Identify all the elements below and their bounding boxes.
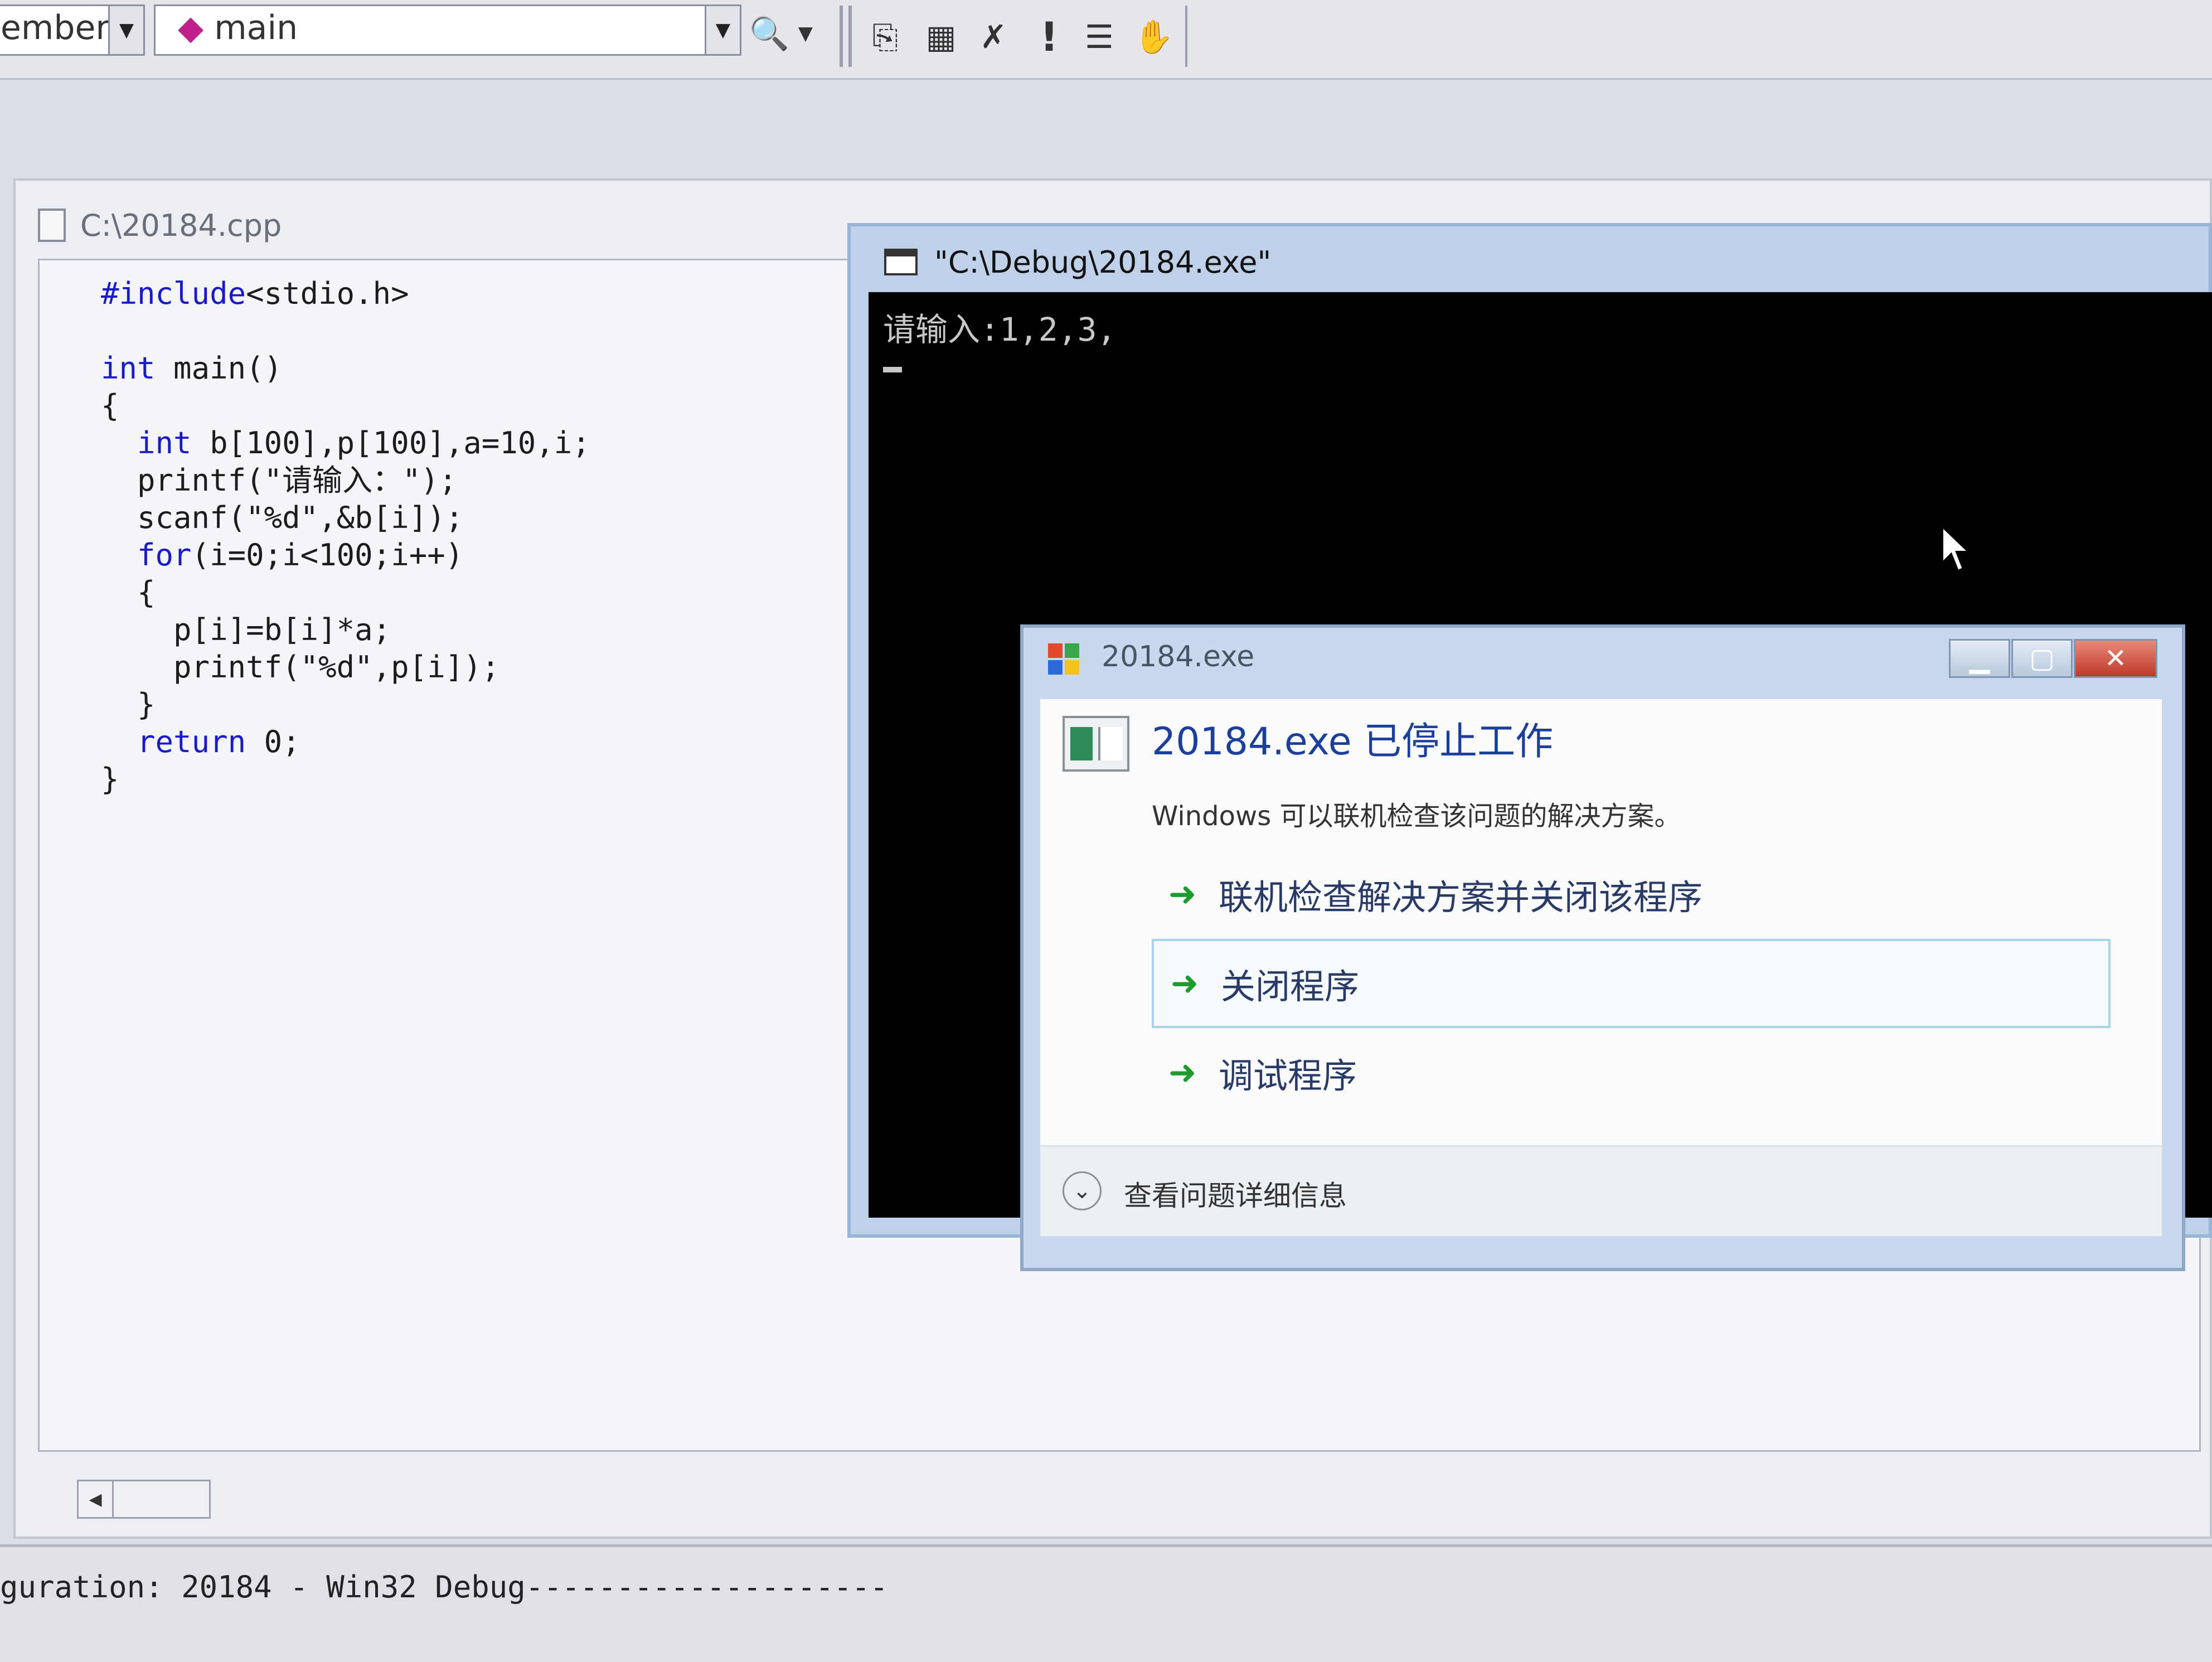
- console-icon: [884, 249, 918, 275]
- console-title: "C:\Debug\20184.exe": [934, 244, 1272, 280]
- green-arrow-icon: ➜: [1168, 875, 1197, 914]
- build-output-text: guration: 20184 - Win32 Debug-----------…: [0, 1569, 889, 1605]
- function-diamond-icon: ◆: [178, 8, 204, 47]
- console-output: 请输入:1,2,3,: [883, 311, 1117, 348]
- code-keyword: int: [137, 425, 192, 461]
- step-into-icon[interactable]: ☰: [1077, 14, 1122, 59]
- green-arrow-icon: ➜: [1168, 1053, 1197, 1092]
- code-line: int b[100],p[100],a=10,i;: [137, 425, 590, 461]
- editor-titlebar[interactable]: C:\20184.cpp: [38, 203, 282, 248]
- horizontal-scrollbar[interactable]: ◀: [77, 1480, 211, 1519]
- code-line: int main(): [101, 351, 283, 386]
- program-window-icon: [1063, 716, 1129, 772]
- toolbar-separator: [1185, 6, 1187, 67]
- option-check-online-and-close[interactable]: ➜ 联机检查解决方案并关闭该程序: [1152, 850, 2111, 939]
- option-close-program[interactable]: ➜ 关闭程序: [1152, 939, 2111, 1028]
- chevron-down-icon[interactable]: ▼: [108, 6, 143, 54]
- console-cursor: [883, 367, 902, 372]
- find-icon[interactable]: 🔍: [747, 11, 792, 56]
- code-line: }: [101, 687, 156, 722]
- code-line: printf("请输入：");: [101, 463, 457, 498]
- code-line: scanf("%d",&b[i]);: [101, 500, 464, 535]
- code-line: printf("%d",p[i]);: [101, 650, 500, 685]
- dialog-heading: 20184.exe 已停止工作: [1152, 720, 1554, 764]
- dialog-title: 20184.exe: [1102, 640, 1255, 673]
- code-text[interactable]: #include<stdio.h> int main() { int b[100…: [101, 275, 590, 798]
- code-line: for(i=0;i<100;i++): [137, 537, 464, 573]
- minimize-icon: ▁: [1969, 643, 1990, 674]
- code-line: #include<stdio.h>: [101, 276, 409, 311]
- option-debug-program[interactable]: ➜ 调试程序: [1152, 1028, 2111, 1117]
- toolbar-separator: [848, 6, 852, 67]
- members-combo[interactable]: embers ▼: [0, 4, 145, 56]
- code-keyword: #include: [101, 276, 246, 311]
- code-line: {: [101, 388, 119, 423]
- function-combo[interactable]: ◆ main ▼: [154, 4, 741, 56]
- option-label: 调试程序: [1219, 1055, 1357, 1096]
- dialog-description: Windows 可以联机检查该问题的解决方案。: [1152, 801, 1681, 832]
- maximize-icon: ▢: [2029, 643, 2055, 674]
- minimize-button[interactable]: ▁: [1949, 639, 2010, 678]
- editor-title: C:\20184.cpp: [80, 207, 282, 243]
- option-label: 关闭程序: [1221, 966, 1360, 1007]
- green-arrow-icon: ➜: [1171, 964, 1199, 1003]
- show-details-link[interactable]: 查看问题详细信息: [1124, 1174, 1347, 1214]
- function-combo-text: main: [214, 8, 298, 47]
- code-keyword: for: [137, 537, 192, 573]
- code-line: {: [101, 575, 156, 610]
- toolbar: embers ▼ ◆ main ▼ 🔍 ▼ ⎘ ▦ ✗ ! ☰ ✋: [0, 0, 2212, 80]
- code-line: p[i]=b[i]*a;: [101, 612, 391, 647]
- option-label: 联机检查解决方案并关闭该程序: [1219, 877, 1703, 918]
- code-line: return 0;: [137, 724, 300, 759]
- dialog-titlebar[interactable]: 20184.exe ▁ ▢ ✕: [1023, 628, 2182, 689]
- scroll-left-icon[interactable]: ◀: [79, 1481, 114, 1517]
- console-titlebar[interactable]: "C:\Debug\20184.exe": [884, 240, 1271, 284]
- compile-icon[interactable]: ⎘: [863, 14, 908, 59]
- app-shield-icon: [1048, 643, 1079, 675]
- code-keyword: return: [137, 724, 246, 759]
- build-output-panel: guration: 20184 - Win32 Debug-----------…: [0, 1544, 2212, 1662]
- stop-build-icon[interactable]: ✗: [971, 14, 1016, 59]
- build-icon[interactable]: ▦: [919, 14, 963, 59]
- toolbar-separator: [840, 6, 843, 67]
- dialog-content: 20184.exe 已停止工作 Windows 可以联机检查该问题的解决方案。 …: [1040, 699, 2162, 1236]
- close-button[interactable]: ✕: [2074, 639, 2157, 678]
- document-icon: [38, 209, 66, 242]
- maximize-button[interactable]: ▢: [2011, 639, 2073, 678]
- close-icon: ✕: [2104, 643, 2127, 674]
- error-dialog: 20184.exe ▁ ▢ ✕ 20184.exe 已停止工作 Windows …: [1020, 624, 2185, 1271]
- chevron-down-icon[interactable]: ▼: [705, 6, 740, 54]
- dialog-footer: ⌄ 查看问题详细信息: [1040, 1145, 2162, 1236]
- execute-icon[interactable]: !: [1027, 13, 1071, 60]
- code-keyword: int: [101, 351, 156, 386]
- code-line: }: [101, 762, 119, 797]
- mouse-pointer-icon: [1941, 524, 1972, 573]
- dropdown-icon[interactable]: ▼: [792, 11, 819, 56]
- expand-chevron-icon[interactable]: ⌄: [1063, 1171, 1102, 1210]
- breakpoint-hand-icon[interactable]: ✋: [1132, 14, 1176, 59]
